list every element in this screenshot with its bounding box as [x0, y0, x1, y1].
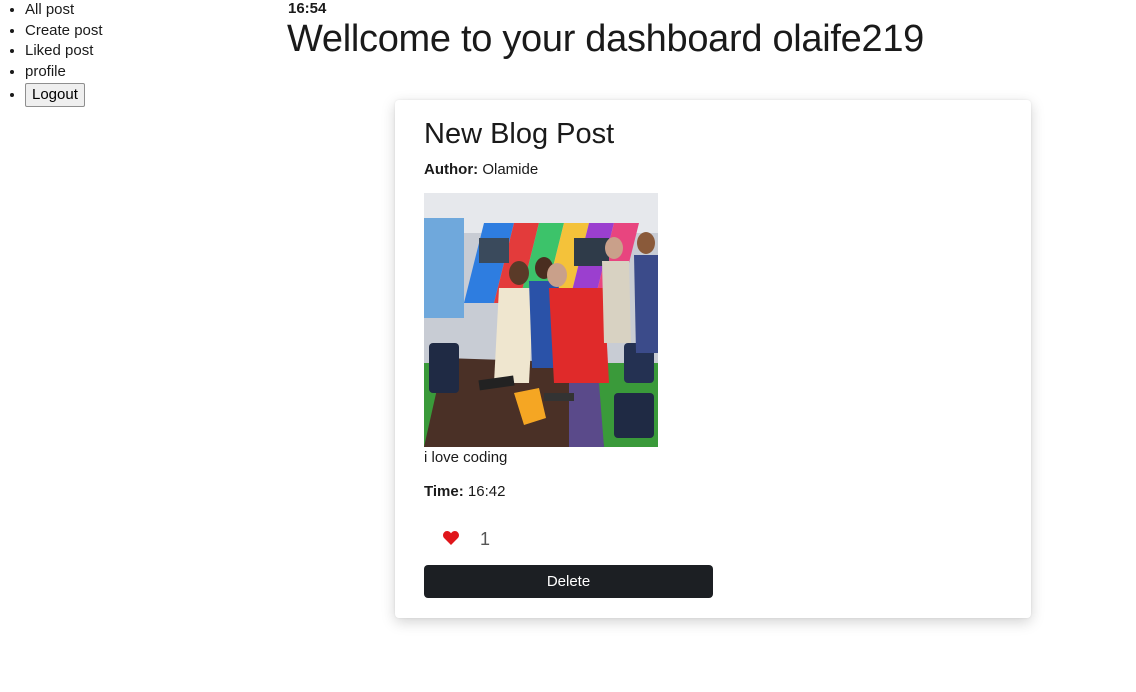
nav-link-all-post[interactable]: All post — [25, 1, 74, 18]
nav-item-liked-post: Liked post — [25, 41, 103, 62]
like-button[interactable] — [441, 530, 461, 548]
post-image — [424, 193, 658, 447]
nav-item-create-post: Create post — [25, 21, 103, 42]
post-title: New Blog Post — [424, 118, 615, 150]
current-time: 16:54 — [288, 0, 327, 17]
time-label: Time: — [424, 483, 464, 500]
post-body: i love coding — [424, 449, 508, 466]
author-name: Olamide — [482, 161, 539, 178]
nav-link-profile[interactable]: profile — [25, 63, 66, 80]
page-title: Wellcome to your dashboard olaife219 — [287, 18, 925, 60]
time-value: 16:42 — [467, 483, 506, 500]
heart-icon — [443, 530, 459, 545]
main-nav: All post Create post Liked post profile … — [0, 0, 103, 107]
post-author: Author: Olamide — [424, 161, 538, 178]
logout-button[interactable]: Logout — [25, 83, 85, 107]
post-time: Time: 16:42 — [424, 483, 505, 500]
delete-button[interactable]: Delete — [424, 565, 713, 598]
nav-item-all-post: All post — [25, 0, 103, 21]
post-card: New Blog Post Author: Olamide i love cod… — [395, 100, 1031, 618]
nav-item-logout: Logout — [25, 83, 103, 107]
like-count: 1 — [480, 529, 491, 549]
nav-item-profile: profile — [25, 62, 103, 83]
author-label: Author: — [424, 161, 479, 178]
dashboard-page: All post Create post Liked post profile … — [0, 0, 1136, 692]
nav-link-create-post[interactable]: Create post — [25, 22, 103, 39]
nav-link-liked-post[interactable]: Liked post — [25, 42, 93, 59]
